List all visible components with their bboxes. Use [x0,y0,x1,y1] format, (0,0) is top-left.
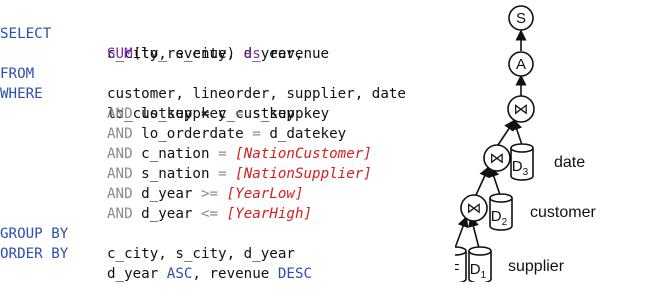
and-keyword: AND [107,106,133,122]
condition-operator: = [252,126,261,142]
condition-operator: <= [200,206,219,222]
table-d3-label: date [554,154,586,171]
sum-argument: (lo_revenue) [132,46,236,62]
order-column: d_year [107,266,159,282]
parameter-placeholder: [NationCustomer] [235,146,372,162]
join-symbol: ⋈ [514,101,529,118]
table-d1-label: supplier [508,258,565,275]
condition-operator: >= [200,186,219,202]
query-plan-tree: S A ⋈ ⋈ ⋈ D3 D2 D1 date customer supplie… [455,0,646,282]
condition-lhs: c_nation [141,146,210,162]
condition-lhs: lo_orderdate [141,126,244,142]
sort-direction: DESC [277,266,313,282]
sum-function: SUM [107,46,133,62]
edge-d2-to-join2 [488,165,501,196]
alias-name: revenue [269,46,330,62]
condition-rhs: d_datekey [269,126,347,142]
order-by-keyword: ORDER BY [0,246,69,262]
edge-d3-to-join3 [511,118,523,146]
and-keyword: AND [107,126,133,142]
sink-symbol: S [516,10,526,27]
plan-tree-graphic: S A ⋈ ⋈ ⋈ D3 D2 D1 [455,5,535,282]
edge-join2-to-join3 [497,119,516,146]
and-keyword: AND [107,166,133,182]
condition-operator: = [235,106,244,122]
edge-d1-to-join1 [467,215,480,249]
and-keyword: AND [107,186,133,202]
and-keyword: AND [107,146,133,162]
edge-join1-to-join2 [475,165,490,196]
table-d2-label: customer [530,204,596,221]
group-by-columns: c_city, s_city, d_year [107,246,295,262]
parameter-placeholder: [YearHigh] [226,206,313,222]
from-tables: customer, lineorder, supplier, date [107,86,406,102]
condition-operator: = [218,146,227,162]
condition-lhs: d_year [141,206,193,222]
as-keyword: as [243,46,261,62]
condition-lhs: s_nation [141,166,210,182]
table-fact-letter: F [455,261,460,278]
join-symbol: ⋈ [490,150,505,167]
and-keyword: AND [107,206,133,222]
condition-lhs: lo_suppkey [141,106,227,122]
condition-operator: = [218,166,227,182]
parameter-placeholder: [NationSupplier] [235,166,372,182]
sql-query: SELECT c_city, s_city, d_year, SUM(lo_re… [0,0,455,282]
edge-fact-to-join1 [455,215,469,249]
sort-direction: ASC [166,266,193,282]
condition-rhs: s_suppkey [252,106,330,122]
join-symbol: ⋈ [467,200,482,217]
order-column: revenue [209,266,270,282]
parameter-placeholder: [YearLow] [226,186,304,202]
order-by-clause: ORDER BY d_year ASC, revenue DESC [0,246,313,282]
condition-lhs: d_year [141,186,193,202]
aggregate-symbol: A [516,56,526,73]
